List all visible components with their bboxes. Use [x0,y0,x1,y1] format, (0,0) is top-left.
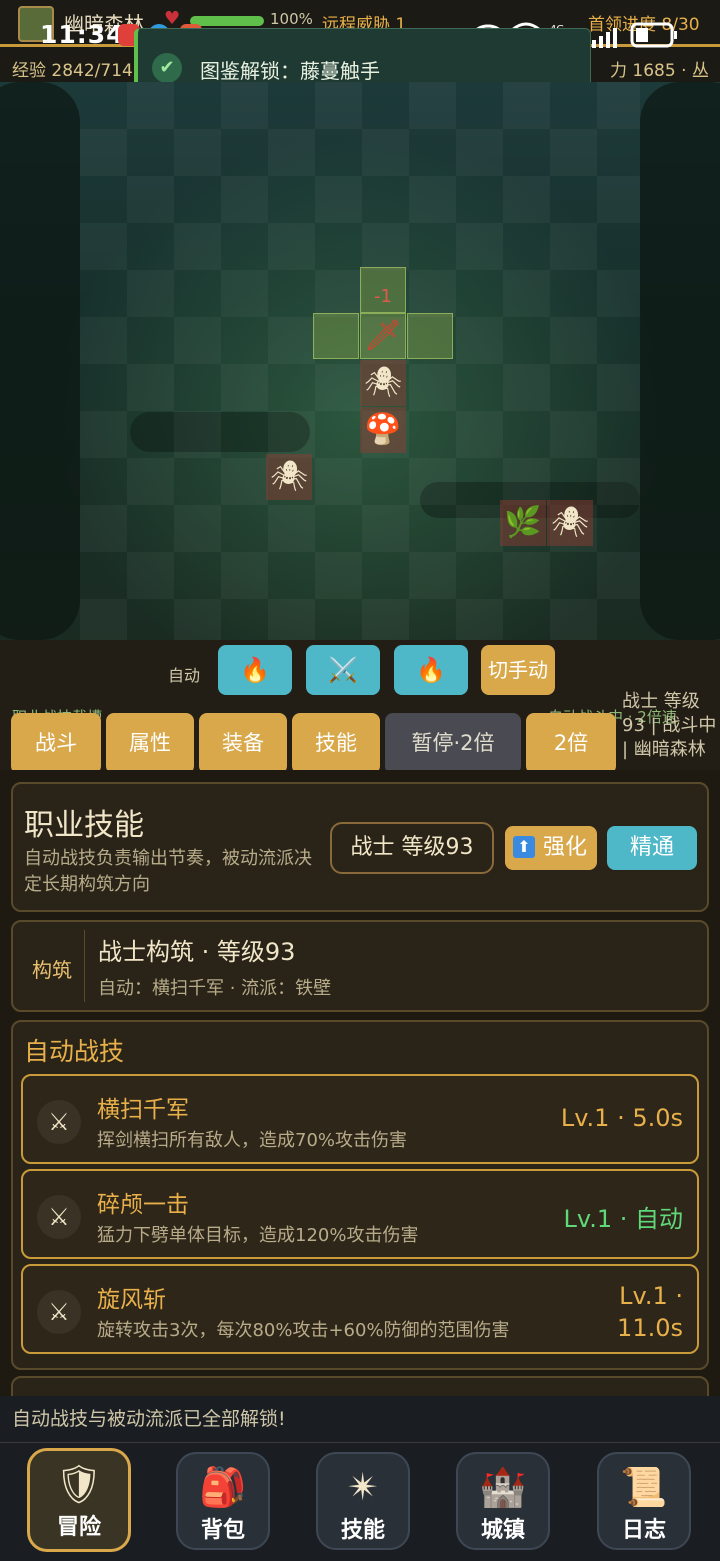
switch-manual-button[interactable]: 切手动 [481,645,555,695]
skill-desc: 挥剑横扫所有敌人，造成70%攻击伤害 [97,1130,408,1151]
skill-row-whirlwind[interactable]: ⚔ 旋风斩 旋转攻击3次，每次80%攻击+60%防御的范围伤害 Lv.1 · 1… [21,1264,699,1354]
crossed-swords-icon: ⚔ [37,1290,81,1334]
move-tile[interactable] [313,313,359,359]
build-subtitle: 自动：横扫千军 · 流派：铁壁 [98,978,332,999]
nav-skills[interactable]: ✴ 技能 [316,1452,410,1550]
vine-monster-enemy-icon[interactable]: 🌿 [500,500,546,546]
fire-skill-button[interactable]: 🔥 [218,645,292,695]
nav-log[interactable]: 📜 日志 [597,1452,691,1550]
nav-adventure[interactable]: 🛡 冒险 [27,1448,131,1552]
skill-cooldown: 11.0s [617,1314,683,1342]
arrow-up-icon: ⬆ [513,836,535,858]
build-tag: 构筑 [32,958,72,982]
skill-name: 横扫千军 [97,1097,189,1123]
spider-enemy-icon[interactable]: 🕷 [360,360,406,406]
auto-skills-title: 自动战技 [24,1037,125,1066]
nav-label: 冒险 [56,1515,101,1540]
hp-percent: 100% [270,10,313,28]
spider-enemy-icon[interactable]: 🕷 [547,500,593,546]
enhance-button[interactable]: ⬆ 强化 [505,826,597,870]
speed-button[interactable]: 2倍 [526,713,616,774]
toast-text: 图鉴解锁：藤蔓触手 [200,59,380,83]
spider-enemy-icon[interactable]: 🕷 [266,454,312,500]
swords-skill-button[interactable]: ⚔️ [306,645,380,695]
nav-label: 背包 [200,1518,245,1543]
tab-battle[interactable]: 战斗 [11,713,101,774]
build-divider [84,930,85,1002]
tab-skills[interactable]: 技能 [292,713,380,774]
battle-status-text: 战士 等级93 | 战斗中 | 幽暗森林 [622,691,717,760]
skill-desc: 旋转攻击3次，每次80%攻击+60%防御的范围伤害 [97,1320,510,1341]
job-skill-title: 职业技能 [24,808,144,843]
nav-label: 城镇 [480,1518,525,1543]
hp-bar [190,16,264,26]
job-skill-desc: 自动战技负责输出节奏，被动流派决定长期构筑方向 [24,848,312,895]
damage-number: -1 [374,286,392,307]
fire-skill-button-2[interactable]: 🔥 [394,645,468,695]
skill-name: 碎颅一击 [97,1192,189,1218]
build-title: 战士构筑 · 等级93 [98,938,296,966]
tree-trunk-right [640,82,720,640]
exp-label: 经验 2842/714 [12,61,133,81]
heart-icon: ♥ [164,8,181,29]
skill-level-cooldown: Lv.1 · 5.0s [560,1104,683,1132]
tab-attributes[interactable]: 属性 [106,713,194,774]
skill-level-cooldown: Lv.1 · 11.0s [617,1280,683,1344]
move-tile[interactable] [407,313,453,359]
nav-label: 技能 [340,1518,385,1543]
warrior-hero-icon[interactable]: 🗡 [360,313,406,359]
scroll-quill-icon: 📜 [620,1465,668,1509]
check-icon: ✔ [152,53,182,83]
star-burst-icon: ✴ [347,1465,379,1509]
status-time: 11:34 [40,20,125,49]
battery-icon [630,22,677,48]
backpack-icon: 🎒 [199,1465,247,1509]
skill-level: Lv.1 · [619,1282,683,1310]
skill-name: 旋风斩 [97,1287,166,1313]
enhance-label: 强化 [543,835,588,860]
hp-bar-fill [190,16,264,26]
crossed-swords-icon: ⚔ [37,1100,81,1144]
pause-button[interactable]: 暂停·2倍 [385,713,521,774]
nav-town[interactable]: 🏰 城镇 [456,1452,550,1550]
tree-trunk-left [0,82,80,640]
tab-equipment[interactable]: 装备 [199,713,287,774]
skill-row-skull-strike[interactable]: ⚔ 碎颅一击 猛力下劈单体目标，造成120%攻击伤害 Lv.1 · 自动 [21,1169,699,1259]
crossed-swords-icon: ⚔ [37,1195,81,1239]
nav-label: 日志 [621,1518,666,1543]
skill-desc: 猛力下劈单体目标，造成120%攻击伤害 [97,1225,419,1246]
master-button[interactable]: 精通 [607,826,697,870]
notice-text: 自动战技与被动流派已全部解锁! [12,1408,286,1430]
skill-level-auto: Lv.1 · 自动 [563,1205,684,1233]
nav-bag[interactable]: 🎒 背包 [176,1452,270,1550]
job-level-badge: 战士 等级93 [330,822,494,874]
castle-icon: 🏰 [479,1465,527,1509]
mushroom-enemy-icon[interactable]: 🍄 [360,407,406,453]
signal-icon-2 [592,28,617,48]
shield-swords-icon: 🛡 [54,1462,104,1506]
auto-label: 自动 [168,666,201,685]
skill-row-sweep[interactable]: ⚔ 横扫千军 挥剑横扫所有敌人，造成70%攻击伤害 Lv.1 · 5.0s [21,1074,699,1164]
